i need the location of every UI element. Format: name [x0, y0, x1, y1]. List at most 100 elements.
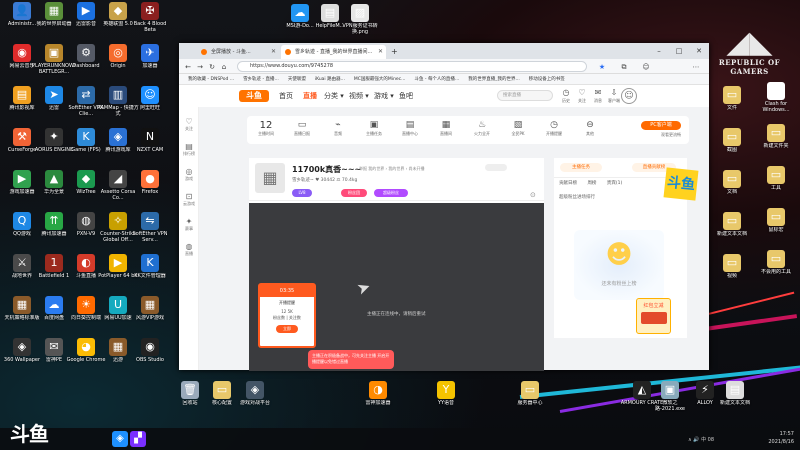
bookmark-item[interactable]: iKuai 路由器... [315, 74, 345, 84]
app-icon: ◈ [246, 381, 264, 399]
close-window-button[interactable]: ✕ [689, 43, 709, 59]
nav-link[interactable]: 分类 ▾ [324, 91, 344, 101]
rail-item[interactable]: ✦ 赛事 [179, 217, 199, 232]
toolbar-item[interactable]: ▭ 直播日报 [285, 120, 319, 137]
extensions-icon[interactable]: ⧉ [619, 62, 629, 72]
desktop-icon[interactable]: Y YY语音 [424, 381, 468, 412]
follow-toggle[interactable] [485, 164, 507, 171]
desktop-icon[interactable]: N NZXT CAM [128, 128, 172, 159]
desktop-icon[interactable]: ▤ 新建文本文档 [713, 381, 757, 412]
bookmark-item[interactable]: 移动设备上的书签 [529, 74, 565, 84]
url-input[interactable]: https://www.douyu.com/9745278 [237, 61, 587, 72]
rail-item[interactable]: ⊡ 云游戏 [179, 192, 199, 207]
desktop-icon[interactable]: ▭ 服务器中心 [508, 381, 552, 412]
fan-club-badge[interactable]: 粉丝团 [341, 189, 367, 197]
subtab-vip[interactable]: 贵宾(1) [607, 181, 622, 186]
desktop-icon[interactable]: ▭ 鼠标宏 [754, 208, 798, 239]
super-fan-badge[interactable]: 超级粉丝 [374, 189, 408, 197]
taskbar-app-icon[interactable]: ◈ [112, 431, 128, 447]
desktop-icon[interactable]: ✈ 加速器 [128, 44, 172, 75]
desktop-icon[interactable]: ✠ Back 4 Blood Beta [128, 2, 172, 33]
desktop-icon[interactable]: ☺ 阿里旺旺 [128, 86, 172, 117]
rail-item[interactable]: ◍ 直播 [179, 242, 199, 257]
browser-tab[interactable]: 全屏播放 - 斗鱼... ✕ [197, 45, 279, 59]
desktop-icon[interactable]: ▭ 文档 [710, 170, 754, 201]
home-icon[interactable]: ⌂ [219, 62, 229, 72]
toolbar-item[interactable]: ◷ 开播提醒 [537, 120, 571, 137]
toolbar-item[interactable]: ▤ 直播中心 [393, 120, 427, 137]
nav-link[interactable]: 游戏 ▾ [374, 91, 394, 101]
toolbar-item[interactable]: ⌁ 音频 [321, 120, 355, 137]
nav-link[interactable]: 首页 [279, 91, 293, 101]
bookmark-item[interactable]: MC国服最强大的Minec... [354, 74, 406, 84]
reload-icon[interactable]: ↻ [207, 62, 217, 72]
desktop-icon[interactable]: ▭ 视频 [710, 254, 754, 285]
back-arrow-icon[interactable]: ← [183, 62, 193, 72]
new-tab-button[interactable]: + [388, 45, 400, 59]
taskbar-app-icon[interactable]: ▞ [130, 431, 146, 447]
bookmark-item[interactable]: 斗鱼 - 每个人的直播... [414, 74, 459, 84]
desktop-icon[interactable]: ◉ OBS Studio [128, 338, 172, 369]
room-settings-icon[interactable]: ⊙ [530, 191, 536, 199]
nav-link[interactable]: 视频 ▾ [349, 91, 369, 101]
desktop-icon[interactable]: ◈ 游戏对战平台 [233, 381, 277, 412]
menu-icon[interactable]: ⋯ [691, 62, 701, 72]
desktop-icon[interactable]: ◔ Clash for Windows... [754, 82, 798, 113]
app-icon: ▲ [45, 170, 63, 188]
app-icon: ▶ [77, 2, 95, 20]
desktop-icon[interactable]: ▭ 文件 [710, 86, 754, 117]
desktop-icon[interactable]: ● Firefox [128, 170, 172, 201]
profile-icon[interactable]: ☺ [641, 62, 651, 72]
douyu-live-sticker[interactable]: 斗鱼 [663, 167, 699, 201]
streamer-avatar[interactable]: ▦ [255, 163, 285, 193]
desktop-icon[interactable]: ▭ 工具 [754, 166, 798, 197]
tab-close-icon[interactable]: ✕ [378, 45, 383, 59]
nav-link[interactable]: 直播 [303, 91, 317, 101]
subtab-daily[interactable]: 贡献日榜 [559, 181, 577, 186]
desktop-icon[interactable]: ▨ VPN服务证书转换.png [338, 4, 382, 35]
tab-streamer-tasks[interactable]: 主播任务 [560, 163, 602, 172]
maximize-button[interactable]: □ [669, 43, 689, 59]
desktop-icon[interactable]: ▦ 风游VIP游戏 [128, 296, 172, 327]
douyu-logo[interactable]: 斗鱼 [239, 90, 269, 102]
rail-item[interactable]: ▤ 排行榜 [179, 142, 199, 157]
app-icon: ◕ [77, 338, 95, 356]
toolbar-item[interactable]: ▦ 直播间 [429, 120, 463, 137]
popup-action-button[interactable]: 立即 [276, 325, 298, 333]
desktop-icon-label: 文档 [726, 189, 737, 195]
rail-item[interactable]: ◎ 游戏 [179, 167, 199, 182]
desktop-icon[interactable]: ◑ 雷神加速器 [356, 381, 400, 412]
bookmark-item[interactable]: 雪乡轨迹 - 直播... [243, 74, 279, 84]
forward-arrow-icon[interactable]: → [195, 62, 205, 72]
system-tray[interactable]: ∧ 🔊 中 08 [688, 436, 714, 443]
toolbar-item[interactable]: ▣ 主播任务 [357, 120, 391, 137]
taskbar-clock[interactable]: 17:57 2021/8/16 [768, 430, 794, 446]
desktop-icon[interactable]: ▭ 新建文件夹 [754, 124, 798, 155]
desktop-icon[interactable]: K KK文件管理器 [128, 254, 172, 285]
rail-item[interactable]: ♡ 关注 [179, 117, 199, 132]
user-avatar-icon[interactable]: ☺ [621, 88, 637, 104]
subtab-weekly[interactable]: 周榜 [587, 181, 596, 186]
pc-client-button[interactable]: PC客户端 [641, 121, 681, 130]
toolbar-item[interactable]: ▧ 全民PK [501, 120, 535, 137]
toolbar-item[interactable]: ♨ 火力全开 [465, 120, 499, 137]
site-search-input[interactable]: 搜索直播 [497, 90, 553, 101]
rail-glyph-icon: ◎ [185, 167, 193, 176]
bookmark-item[interactable]: 我的收藏 - DNSPod ... [188, 74, 234, 84]
red-packet-sticker[interactable]: 红包立减 [636, 298, 671, 334]
nav-link[interactable]: 鱼吧 [399, 91, 413, 101]
desktop-icon[interactable]: ▭ 新建文本文档 [710, 212, 754, 243]
bookmark-item[interactable]: 我的世界直播_我的世界... [468, 74, 520, 84]
tab-close-icon[interactable]: ✕ [271, 45, 276, 59]
desktop-icon[interactable]: ▭ 截图 [710, 128, 754, 159]
bookmark-item[interactable]: 天使联盟 [288, 74, 306, 84]
desktop-icon[interactable]: ▭ 不会用的工具 [754, 250, 798, 281]
browser-tab-active[interactable]: 雪乡轨迹 - 直播_我的世界直播间... ✕ [281, 45, 386, 59]
desktop-icon-label: KK文件管理器 [134, 273, 166, 279]
desktop-icon[interactable]: ⇋ SoftEther VPN Serv... [128, 212, 172, 243]
toolbar-item[interactable]: 12 主播时间 [249, 120, 283, 137]
bookmark-star-icon[interactable]: ★ [597, 62, 607, 72]
minimize-button[interactable]: – [649, 43, 669, 59]
desktop-icon-label: OBS Studio [136, 357, 164, 363]
toolbar-item[interactable]: ⊖ 其他 [573, 120, 607, 137]
